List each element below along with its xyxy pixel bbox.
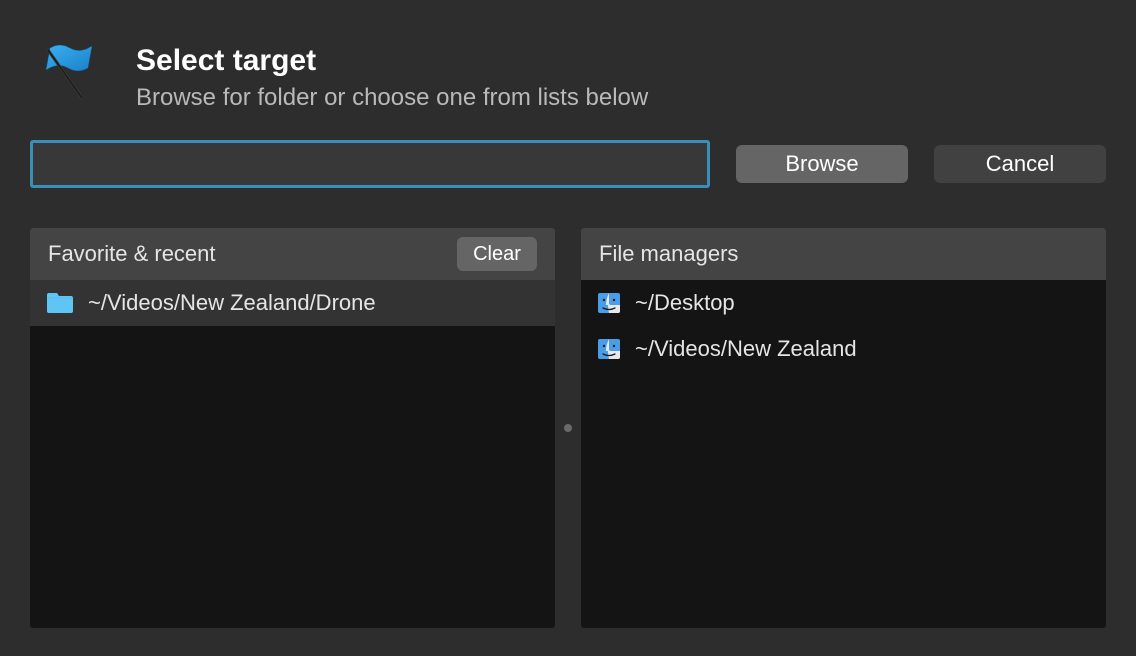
file-managers-panel-title: File managers bbox=[599, 241, 738, 267]
input-row: Browse Cancel bbox=[30, 140, 1106, 188]
favorites-panel-header: Favorite & recent Clear bbox=[30, 228, 555, 280]
finder-icon bbox=[597, 291, 621, 315]
file-managers-panel-header: File managers bbox=[581, 228, 1106, 280]
path-input[interactable] bbox=[30, 140, 710, 188]
list-item[interactable]: ~/Videos/New Zealand bbox=[581, 326, 1106, 372]
flag-icon bbox=[38, 40, 108, 110]
list-item[interactable]: ~/Desktop bbox=[581, 280, 1106, 326]
panels-container: Favorite & recent Clear ~/Videos/New Zea… bbox=[30, 228, 1106, 628]
list-item[interactable]: ~/Videos/New Zealand/Drone bbox=[30, 280, 555, 326]
folder-icon bbox=[46, 292, 74, 314]
cancel-button[interactable]: Cancel bbox=[934, 145, 1106, 183]
list-item-label: ~/Desktop bbox=[635, 290, 735, 316]
dialog-title: Select target bbox=[136, 44, 648, 78]
browse-button[interactable]: Browse bbox=[736, 145, 908, 183]
finder-icon bbox=[597, 337, 621, 361]
clear-button[interactable]: Clear bbox=[457, 237, 537, 271]
splitter-handle[interactable] bbox=[564, 424, 572, 432]
header-text: Select target Browse for folder or choos… bbox=[136, 40, 648, 112]
favorites-panel-title: Favorite & recent bbox=[48, 241, 216, 267]
file-managers-panel: File managers ~/Desktop bbox=[581, 228, 1106, 628]
favorites-panel: Favorite & recent Clear ~/Videos/New Zea… bbox=[30, 228, 555, 628]
favorites-panel-body: ~/Videos/New Zealand/Drone bbox=[30, 280, 555, 628]
list-item-label: ~/Videos/New Zealand/Drone bbox=[88, 290, 376, 316]
dialog-subtitle: Browse for folder or choose one from lis… bbox=[136, 84, 648, 112]
list-item-label: ~/Videos/New Zealand bbox=[635, 336, 857, 362]
dialog-header: Select target Browse for folder or choos… bbox=[30, 40, 1106, 112]
file-managers-panel-body: ~/Desktop ~/Videos/New Zealand bbox=[581, 280, 1106, 628]
select-target-dialog: Select target Browse for folder or choos… bbox=[0, 0, 1136, 656]
